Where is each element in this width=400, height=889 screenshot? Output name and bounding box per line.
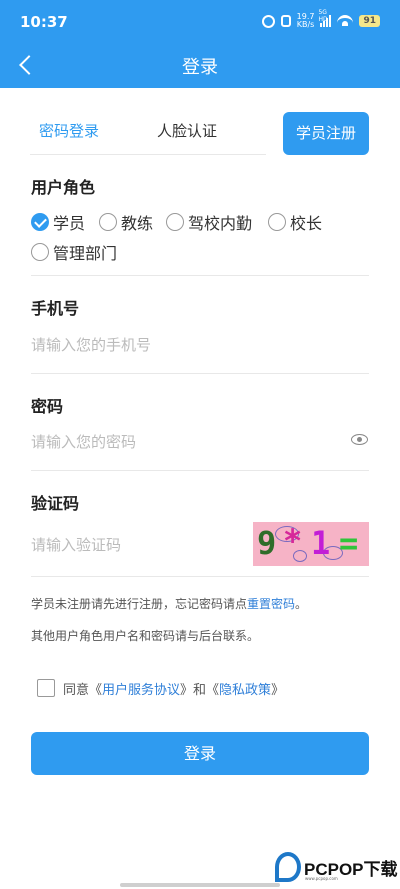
student-register-button[interactable]: 学员注册 bbox=[283, 112, 369, 155]
alarm-icon bbox=[261, 14, 275, 28]
divider bbox=[31, 275, 369, 276]
role-option-office-staff[interactable]: 驾校内勤 bbox=[166, 210, 252, 234]
radio-icon bbox=[268, 213, 286, 231]
radio-icon bbox=[31, 243, 49, 261]
register-note: 学员未注册请先进行注册，忘记密码请点重置密码。 bbox=[31, 595, 307, 612]
reset-password-link[interactable]: 重置密码 bbox=[247, 597, 295, 611]
watermark: PCPOP下载 www.pcpop.com bbox=[275, 852, 398, 882]
phone-input[interactable] bbox=[31, 333, 331, 357]
agreement-suffix: 》 bbox=[271, 683, 285, 698]
agree-checkbox[interactable] bbox=[37, 679, 55, 697]
tab-face-auth[interactable]: 人脸认证 bbox=[157, 120, 217, 141]
wifi-icon bbox=[337, 15, 354, 27]
agreement-middle: 》和《 bbox=[180, 683, 220, 698]
role-option-label: 驾校内勤 bbox=[188, 214, 253, 233]
captcha-char: = bbox=[339, 524, 359, 562]
mute-icon bbox=[280, 15, 291, 27]
status-bar: 10:37 19.7 KB/s 5G HD 91 bbox=[0, 0, 400, 42]
pcpop-logo-icon bbox=[275, 852, 301, 882]
role-option-label: 管理部门 bbox=[53, 244, 118, 263]
login-button[interactable]: 登录 bbox=[31, 732, 369, 775]
role-option-management[interactable]: 管理部门 bbox=[31, 240, 117, 264]
role-option-label: 校长 bbox=[290, 214, 323, 233]
agreement-prefix: 同意《 bbox=[63, 683, 103, 698]
password-input[interactable] bbox=[31, 430, 331, 454]
captcha-char: 9 bbox=[257, 524, 277, 562]
contact-note: 其他用户角色用户名和密码请与后台联系。 bbox=[31, 629, 260, 643]
captcha-input[interactable] bbox=[31, 533, 241, 557]
app-bar: 登录 bbox=[0, 42, 400, 88]
divider bbox=[31, 470, 369, 471]
radio-icon bbox=[99, 213, 117, 231]
radio-checked-icon bbox=[31, 213, 49, 231]
role-option-label: 教练 bbox=[121, 214, 154, 233]
service-agreement-link[interactable]: 用户服务协议 bbox=[102, 683, 180, 698]
agreement-text: 同意《用户服务协议》和《隐私政策》 bbox=[63, 679, 284, 698]
role-option-coach[interactable]: 教练 bbox=[99, 210, 153, 234]
status-time: 10:37 bbox=[20, 13, 68, 31]
battery-icon: 91 bbox=[359, 15, 380, 27]
login-tabs: 密码登录 人脸认证 bbox=[30, 118, 266, 155]
captcha-char: * bbox=[283, 522, 303, 560]
divider bbox=[31, 576, 369, 577]
role-option-label: 学员 bbox=[53, 214, 86, 233]
password-label: 密码 bbox=[31, 397, 64, 416]
captcha-char: 1 bbox=[311, 524, 331, 562]
tab-password-login[interactable]: 密码登录 bbox=[39, 120, 99, 141]
radio-icon bbox=[166, 213, 184, 231]
role-label: 用户角色 bbox=[31, 178, 96, 197]
home-indicator[interactable] bbox=[120, 883, 280, 887]
register-note-end: 。 bbox=[295, 597, 308, 611]
signal-label: 5G HD bbox=[318, 9, 328, 23]
status-icons: 19.7 KB/s 5G HD 91 bbox=[261, 9, 380, 30]
role-option-student[interactable]: 学员 bbox=[31, 210, 85, 234]
captcha-label: 验证码 bbox=[31, 494, 80, 513]
signal-icon: 5G HD bbox=[318, 9, 332, 27]
phone-label: 手机号 bbox=[31, 299, 80, 318]
watermark-sub: www.pcpop.com bbox=[305, 876, 338, 881]
net-speed-unit: KB/s bbox=[296, 20, 315, 29]
register-note-text: 学员未注册请先进行注册，忘记密码请点 bbox=[31, 597, 248, 611]
captcha-image[interactable]: 9 * 1 = bbox=[253, 522, 369, 566]
net-speed: 19.7 KB/s bbox=[297, 13, 315, 29]
eye-icon[interactable] bbox=[351, 434, 368, 445]
page-title: 登录 bbox=[182, 57, 218, 78]
privacy-policy-link[interactable]: 隐私政策 bbox=[219, 683, 271, 698]
role-option-principal[interactable]: 校长 bbox=[268, 210, 322, 234]
divider bbox=[31, 373, 369, 374]
